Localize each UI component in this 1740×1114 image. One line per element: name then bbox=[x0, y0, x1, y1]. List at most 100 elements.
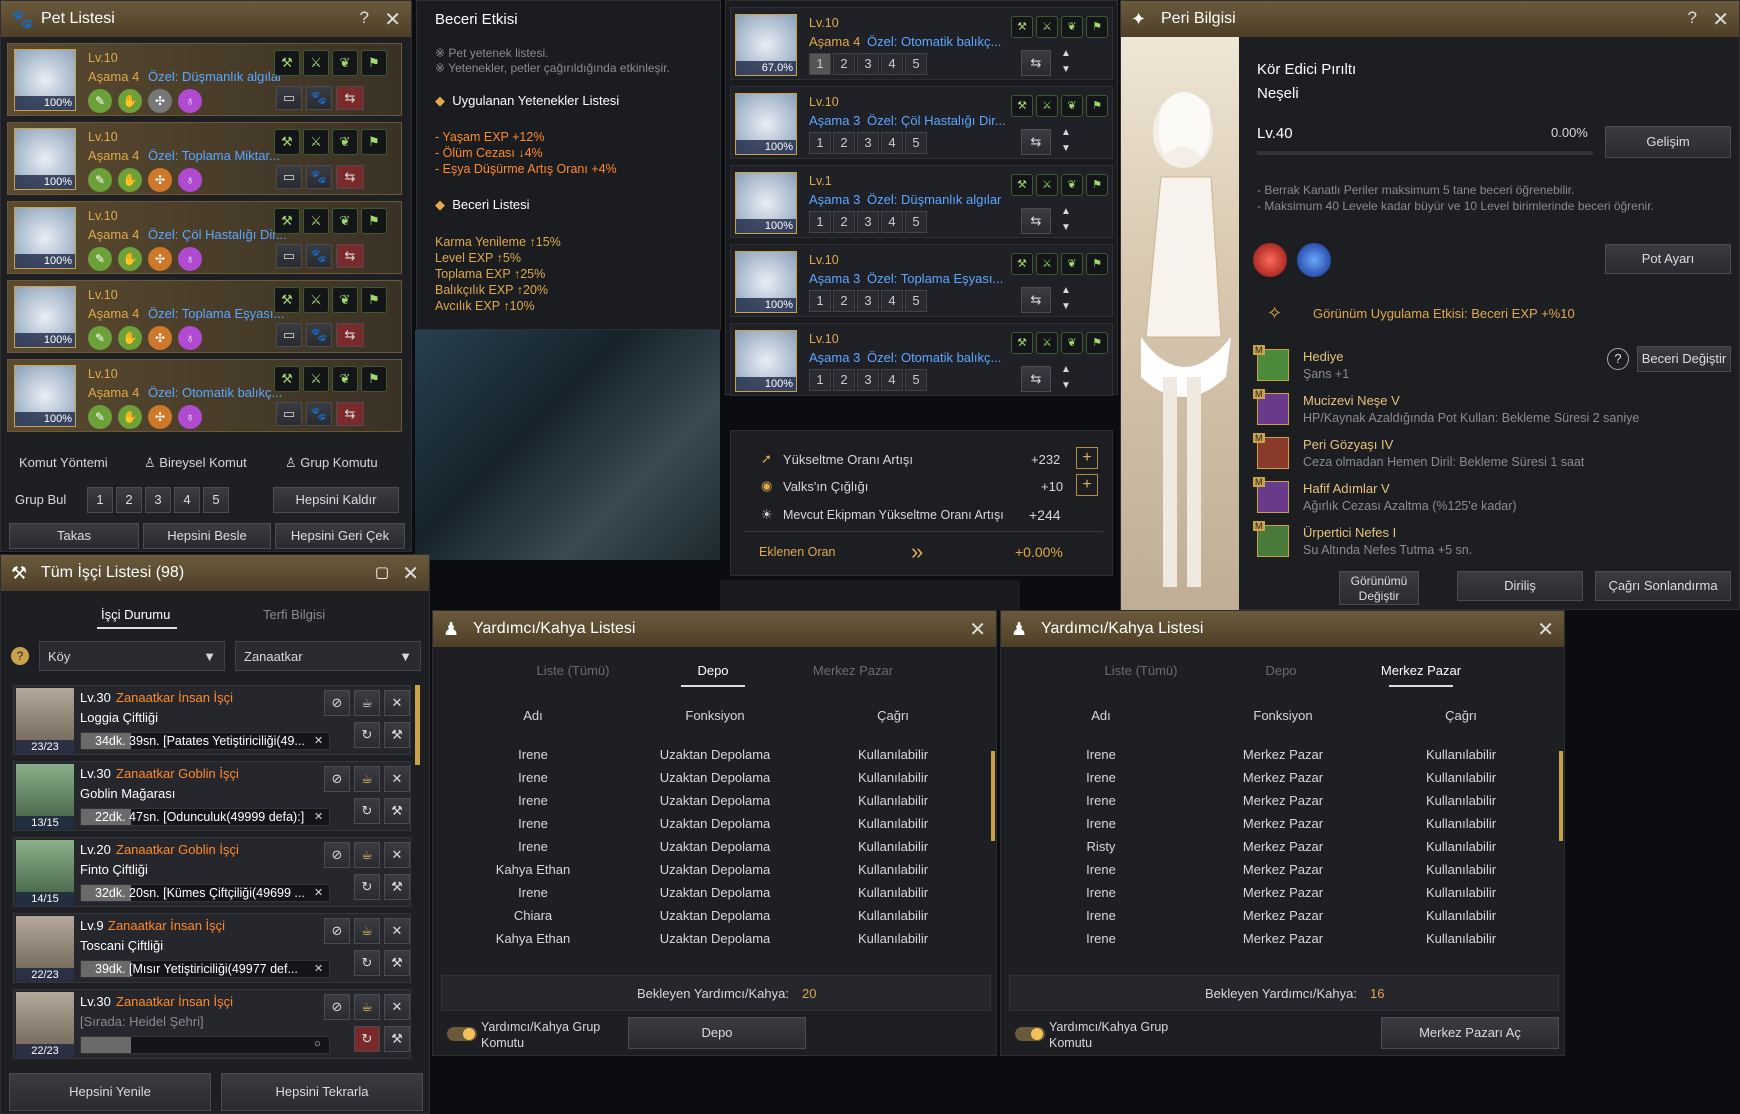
summon-icon[interactable]: ⇆ bbox=[336, 244, 364, 268]
repeat-icon[interactable]: ↻ bbox=[354, 950, 380, 976]
help-icon[interactable]: ? bbox=[360, 8, 369, 28]
pet-group-3[interactable]: 3 bbox=[857, 211, 879, 233]
table-row[interactable]: Chiara Uzaktan Depolama Kullanılabilir bbox=[433, 908, 996, 929]
pet-group-2[interactable]: 2 bbox=[833, 211, 855, 233]
feed-icon[interactable]: ▭ bbox=[276, 323, 302, 347]
help-icon[interactable]: ? bbox=[11, 647, 29, 665]
fire-worker-icon[interactable]: ✕ bbox=[384, 766, 410, 792]
change-appearance-button[interactable]: Görünümü Değiştir bbox=[1339, 571, 1419, 605]
helper-list-header[interactable]: ♟ Yardımcı/Kahya Listesi ✕ bbox=[1001, 611, 1564, 647]
pet-row[interactable]: 67.0% Lv.10 Aşama 4 Özel: Otomatik balıkç..… bbox=[730, 7, 1113, 80]
skill-slot-icon[interactable]: ⚒ bbox=[1011, 174, 1033, 196]
skill-slot-icon[interactable]: ⚑ bbox=[361, 129, 387, 155]
pet-group-1[interactable]: 1 bbox=[809, 290, 831, 312]
end-call-button[interactable]: Çağrı Sonlandırma bbox=[1595, 571, 1731, 601]
tab-2[interactable]: Merkez Pazar bbox=[1361, 663, 1481, 678]
skill-slot-icon[interactable]: ⚑ bbox=[1086, 95, 1108, 117]
table-row[interactable]: Irene Merkez Pazar Kullanılabilir bbox=[1001, 908, 1564, 929]
pet-row[interactable]: 100% Lv.1 Aşama 3 Özel: Düşmanlık algılar 1 2… bbox=[730, 165, 1113, 238]
move-up-icon[interactable]: ▲ bbox=[1061, 285, 1071, 296]
move-up-icon[interactable]: ▲ bbox=[1061, 206, 1071, 217]
paw-icon[interactable]: 🐾 bbox=[306, 323, 332, 347]
worker-row[interactable]: 14/15 Lv.20 Zanaatkar Goblin İşçi Finto Çif… bbox=[13, 837, 411, 907]
add-button[interactable]: + bbox=[1076, 474, 1098, 496]
remove-all-button[interactable]: Hepsini Kaldır bbox=[273, 487, 399, 513]
pet-group-5[interactable]: 5 bbox=[905, 290, 927, 312]
pot-setting-button[interactable]: Pot Ayarı bbox=[1605, 244, 1731, 274]
summon-icon[interactable]: ⇆ bbox=[1021, 129, 1051, 155]
pet-group-5[interactable]: 5 bbox=[905, 369, 927, 391]
pet-row[interactable]: 100% Lv.10 Aşama 4 Özel: Toplama Eşyası... ✎… bbox=[7, 280, 402, 353]
skill-slot-icon[interactable]: ⚒ bbox=[274, 366, 300, 392]
trade-button[interactable]: Takas bbox=[9, 523, 139, 549]
skill-slot-icon[interactable]: ⚔ bbox=[1036, 253, 1058, 275]
cancel-task-icon[interactable]: ✕ bbox=[314, 962, 323, 975]
summon-icon[interactable]: ⇆ bbox=[336, 86, 364, 110]
skill-slot-icon[interactable]: ⚒ bbox=[274, 208, 300, 234]
skill-slot-icon[interactable]: ❦ bbox=[1061, 95, 1083, 117]
skill-slot-icon[interactable]: ⚒ bbox=[1011, 332, 1033, 354]
skill-slot-icon[interactable]: ⚔ bbox=[1036, 95, 1058, 117]
skill-slot-icon[interactable]: ⚑ bbox=[1086, 332, 1108, 354]
pet-group-5[interactable]: 5 bbox=[905, 211, 927, 233]
skill-slot-icon[interactable]: ❦ bbox=[332, 129, 358, 155]
fairy-skill[interactable]: M Mucizevi Neşe V HP/Kaynak Azaldığında Po… bbox=[1253, 389, 1639, 429]
group-5-button[interactable]: 5 bbox=[203, 487, 229, 513]
repeat-icon[interactable]: ↻ bbox=[354, 798, 380, 824]
promote-icon[interactable]: ⚒ bbox=[384, 874, 410, 900]
group-2-button[interactable]: 2 bbox=[116, 487, 142, 513]
cancel-task-icon[interactable]: ✕ bbox=[314, 886, 323, 899]
pet-group-3[interactable]: 3 bbox=[857, 132, 879, 154]
skill-slot-icon[interactable]: ❦ bbox=[1061, 16, 1083, 38]
repeat-icon[interactable]: ↻ bbox=[354, 1026, 380, 1052]
group-4-button[interactable]: 4 bbox=[174, 487, 200, 513]
no-repeat-icon[interactable]: ⊘ bbox=[324, 994, 350, 1020]
move-up-icon[interactable]: ▲ bbox=[1061, 364, 1071, 375]
skill-slot-icon[interactable]: ⚑ bbox=[1086, 253, 1108, 275]
beer-icon[interactable]: ☕ bbox=[354, 766, 380, 792]
skill-slot-icon[interactable]: ⚔ bbox=[1036, 174, 1058, 196]
close-icon[interactable]: ✕ bbox=[1537, 617, 1554, 642]
skill-slot-icon[interactable]: ⚒ bbox=[274, 287, 300, 313]
close-icon[interactable]: ✕ bbox=[1712, 7, 1729, 32]
paw-icon[interactable]: 🐾 bbox=[306, 165, 332, 189]
pet-row[interactable]: 100% Lv.10 Aşama 4 Özel: Çöl Hastalığı Dir.… bbox=[7, 201, 402, 274]
storage-button[interactable]: Depo bbox=[628, 1017, 806, 1049]
scrollbar[interactable] bbox=[991, 751, 995, 841]
fairy-skill[interactable]: M Hediye Şans +1 bbox=[1253, 345, 1597, 385]
move-up-icon[interactable]: ▲ bbox=[1061, 127, 1071, 138]
group-command-toggle[interactable] bbox=[1015, 1027, 1045, 1041]
skill-slot-icon[interactable]: ⚔ bbox=[303, 129, 329, 155]
feed-icon[interactable]: ▭ bbox=[276, 86, 302, 110]
paw-icon[interactable]: 🐾 bbox=[306, 244, 332, 268]
skill-slot-icon[interactable]: ⚒ bbox=[1011, 95, 1033, 117]
table-row[interactable]: Risty Merkez Pazar Kullanılabilir bbox=[1001, 839, 1564, 860]
fire-worker-icon[interactable]: ✕ bbox=[384, 918, 410, 944]
move-down-icon[interactable]: ▼ bbox=[1061, 380, 1071, 391]
tab-1[interactable]: Depo bbox=[1221, 663, 1341, 678]
worker-row[interactable]: 22/23 Lv.9 Zanaatkar İnsan İşçi Toscani Çif… bbox=[13, 913, 411, 983]
pet-row[interactable]: 100% Lv.10 Aşama 3 Özel: Çöl Hastalığı Dir.… bbox=[730, 86, 1113, 159]
paw-icon[interactable]: 🐾 bbox=[306, 86, 332, 110]
pet-group-3[interactable]: 3 bbox=[857, 290, 879, 312]
worker-row[interactable]: 22/23 Lv.30 Zanaatkar İnsan İşçi [Sırada: H… bbox=[13, 989, 411, 1059]
revive-button[interactable]: Diriliş bbox=[1457, 571, 1583, 601]
pet-group-2[interactable]: 2 bbox=[833, 290, 855, 312]
add-button[interactable]: + bbox=[1076, 447, 1098, 469]
group-1-button[interactable]: 1 bbox=[87, 487, 113, 513]
tab-worker-status[interactable]: İşçi Durumu bbox=[101, 607, 170, 622]
skill-slot-icon[interactable]: ❦ bbox=[332, 287, 358, 313]
scrollbar[interactable] bbox=[415, 685, 420, 765]
fairy-skill[interactable]: M Hafif Adımlar V Ağırlık Cezası Azaltma (… bbox=[1253, 477, 1597, 517]
table-row[interactable]: Irene Merkez Pazar Kullanılabilir bbox=[1001, 770, 1564, 791]
beer-icon[interactable]: ☕ bbox=[354, 994, 380, 1020]
fairy-skill[interactable]: M Ürpertici Nefes I Su Altında Nefes Tutma… bbox=[1253, 521, 1597, 561]
table-row[interactable]: Irene Uzaktan Depolama Kullanılabilir bbox=[433, 885, 996, 906]
recall-all-button[interactable]: Hepsini Geri Çek bbox=[275, 523, 405, 549]
table-row[interactable]: Irene Merkez Pazar Kullanılabilir bbox=[1001, 747, 1564, 768]
move-up-icon[interactable]: ▲ bbox=[1061, 48, 1071, 59]
fairy-info-header[interactable]: ✦ Peri Bilgisi ? ✕ bbox=[1121, 1, 1739, 37]
pet-group-2[interactable]: 2 bbox=[833, 132, 855, 154]
group-command-toggle[interactable] bbox=[447, 1027, 477, 1041]
table-row[interactable]: Irene Uzaktan Depolama Kullanılabilir bbox=[433, 839, 996, 860]
